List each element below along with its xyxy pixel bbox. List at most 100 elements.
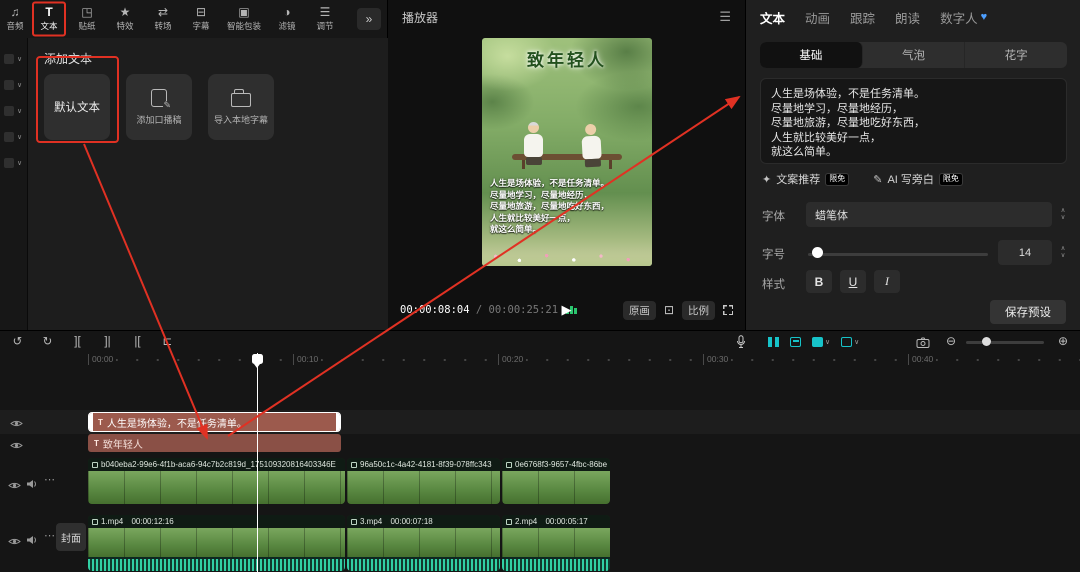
- undo-icon[interactable]: ↺: [10, 335, 25, 349]
- video-track-1: b040eba2-99e6-4f1b-aca6-94c7b2c819d_1751…: [0, 458, 1080, 504]
- timeline-zoom-knob[interactable]: [982, 337, 991, 346]
- time-ruler[interactable]: 00:00 00:10 00:20 00:30 00:40: [86, 353, 1080, 367]
- stepper-down-icon: ∨: [1061, 253, 1066, 259]
- video-clip[interactable]: 3.mp4 00:00:07:18: [347, 515, 500, 571]
- play-button[interactable]: ▶: [562, 302, 572, 318]
- font-size-stepper[interactable]: ∧ ∨: [1057, 240, 1069, 265]
- video-preview[interactable]: 致年轻人 人生是场体验，不是任务清单。 尽量地学习，尽量地经历， 尽量地旅游，尽…: [482, 38, 652, 266]
- folder-icon: [231, 93, 251, 107]
- record-voiceover-icon[interactable]: [736, 335, 746, 354]
- font-size-slider-knob[interactable]: [812, 247, 823, 258]
- crop-icon[interactable]: ⊏: [160, 335, 175, 349]
- text-clip[interactable]: T 致年轻人: [88, 434, 341, 452]
- track-option-toggles: ∨ ∨: [768, 334, 859, 350]
- sticker-icon: ◳: [81, 6, 92, 18]
- clip-type-icon: [506, 519, 512, 525]
- clip-header: 0e6768f3-9657-4fbc-86be: [502, 458, 610, 471]
- subtab-fancy-text[interactable]: 花字: [965, 42, 1067, 68]
- redo-icon[interactable]: ↻: [40, 335, 55, 349]
- elder-figure: [524, 122, 543, 165]
- timeline-zoom-out-icon[interactable]: ⊖: [946, 334, 956, 348]
- auto-snap-toggle[interactable]: [790, 337, 801, 347]
- style-label: 样式: [762, 276, 785, 292]
- flower-border: [482, 250, 652, 266]
- tab-tracking[interactable]: 跟踪: [850, 8, 875, 27]
- tab-animation[interactable]: 动画: [805, 8, 830, 27]
- toolbar-item-effects[interactable]: ★ 特效: [106, 0, 144, 38]
- free-badge: 限免: [825, 173, 849, 186]
- category-item-collapsed[interactable]: ∨: [0, 124, 27, 150]
- toolbar-item-smart-package[interactable]: ▣ 智能包装: [220, 0, 268, 38]
- chevron-down-icon: ∨: [825, 338, 830, 346]
- default-text-card[interactable]: 默认文本: [44, 74, 110, 140]
- video-clip[interactable]: 0e6768f3-9657-4fbc-86be: [502, 458, 610, 504]
- ai-narration-button[interactable]: ✎ AI 写旁白 限免: [873, 171, 963, 187]
- player-panel: 播放器 ☰ 致年轻人 人生是场体验，不是任务清单。 尽量地学习，尽量地经历， 尽…: [388, 0, 745, 330]
- magnet-icon: [768, 337, 779, 347]
- add-voiceover-script-card[interactable]: 添加口播稿: [126, 74, 192, 140]
- category-item-collapsed[interactable]: ∨: [0, 150, 27, 176]
- fullscreen-icon[interactable]: [723, 305, 733, 315]
- text-tools-row: ✦ 文案推荐 限免 ✎ AI 写旁白 限免: [762, 171, 963, 187]
- font-size-label: 字号: [762, 246, 785, 262]
- video-clip[interactable]: 96a50c1c-4a42-4181-8f39-078ffc343: [347, 458, 500, 504]
- underline-button[interactable]: U: [840, 270, 866, 293]
- video-clip[interactable]: 1.mp4 00:00:12:16: [88, 515, 345, 571]
- video-track-2: 1.mp4 00:00:12:16 3.mp4 00:00:07:18 2.mp…: [0, 515, 1080, 571]
- original-quality-button[interactable]: 原画: [623, 301, 656, 320]
- italic-button[interactable]: I: [874, 270, 900, 293]
- category-item-collapsed[interactable]: ∨: [0, 72, 27, 98]
- category-icon: [4, 106, 14, 116]
- tab-text[interactable]: 文本: [760, 8, 785, 27]
- text-content-editor[interactable]: 人生是场体验，不是任务清单。 尽量地学习，尽量地经历， 尽量地旅游，尽量地吃好东…: [760, 78, 1067, 164]
- snapshot-icon[interactable]: [916, 336, 930, 354]
- copy-recommend-button[interactable]: ✦ 文案推荐 限免: [762, 171, 849, 187]
- ratio-button[interactable]: 比例: [682, 301, 715, 320]
- font-size-slider[interactable]: [808, 253, 988, 256]
- linkage-toggle[interactable]: ∨: [812, 337, 830, 347]
- track-visibility-toggle[interactable]: [10, 437, 23, 455]
- main-track-magnet-toggle[interactable]: [768, 337, 779, 347]
- text-clip-selected[interactable]: T 人生是场体验，不是任务清单。: [88, 412, 341, 432]
- category-item-collapsed[interactable]: ∨: [0, 98, 27, 124]
- toolbar-item-filter[interactable]: ◑ 滤镜: [268, 0, 306, 38]
- split-icon[interactable]: ][: [70, 335, 85, 349]
- font-size-value[interactable]: 14: [998, 240, 1052, 265]
- timeline-zoom-in-icon[interactable]: ⊕: [1058, 334, 1068, 348]
- category-item-collapsed[interactable]: ∨: [0, 46, 27, 72]
- tab-digital-human[interactable]: 数字人♥: [940, 8, 987, 27]
- toolbar-item-text[interactable]: T 文本: [30, 0, 68, 38]
- subtab-basic[interactable]: 基础: [760, 42, 863, 68]
- subtab-bubble[interactable]: 气泡: [863, 42, 966, 68]
- toolbar-item-captions[interactable]: ⊟ 字幕: [182, 0, 220, 38]
- font-stepper[interactable]: ∧ ∨: [1057, 202, 1069, 227]
- delete-left-icon[interactable]: ]|: [100, 335, 115, 349]
- save-preset-button[interactable]: 保存预设: [990, 300, 1066, 324]
- video-clip[interactable]: b040eba2-99e6-4f1b-aca6-94c7b2c819d_1751…: [88, 458, 345, 504]
- bold-button[interactable]: B: [806, 270, 832, 293]
- focus-frame-icon[interactable]: ⊡: [664, 303, 674, 317]
- track-visibility-toggle[interactable]: [10, 415, 23, 433]
- clip-thumbnails: [88, 471, 345, 504]
- toolbar-item-sticker[interactable]: ◳ 贴纸: [68, 0, 106, 38]
- delete-right-icon[interactable]: |[: [130, 335, 145, 349]
- toolbar-item-adjust[interactable]: ☰ 调节: [306, 0, 344, 38]
- import-local-subtitles-card[interactable]: 导入本地字幕: [208, 74, 274, 140]
- toolbar-item-transition[interactable]: ⇄ 转场: [144, 0, 182, 38]
- font-family-dropdown[interactable]: 蜡笔体: [806, 202, 1052, 227]
- toolbar-expand-button[interactable]: »: [357, 8, 381, 30]
- figure-head: [585, 124, 597, 136]
- timeline-zoom-slider[interactable]: [966, 341, 1044, 344]
- clip-type-icon: [351, 462, 357, 468]
- player-menu-icon[interactable]: ☰: [719, 9, 731, 25]
- video-clip[interactable]: 2.mp4 00:00:05:17: [502, 515, 610, 571]
- video-caption-overlay[interactable]: 人生是场体验，不是任务清单。 尽量地学习，尽量地经历， 尽量地旅游，尽量地吃好东…: [490, 178, 609, 236]
- clip-thumbnails: [88, 528, 345, 557]
- toolbar-item-audio[interactable]: ♫ 音频: [0, 0, 30, 38]
- video-title-overlay[interactable]: 致年轻人: [482, 46, 652, 71]
- preview-axis-toggle[interactable]: ∨: [841, 337, 859, 347]
- chevron-down-icon: ∨: [17, 159, 22, 167]
- tab-read-aloud[interactable]: 朗读: [895, 8, 920, 27]
- playhead-handle[interactable]: [252, 354, 263, 364]
- effects-icon: ★: [120, 6, 131, 18]
